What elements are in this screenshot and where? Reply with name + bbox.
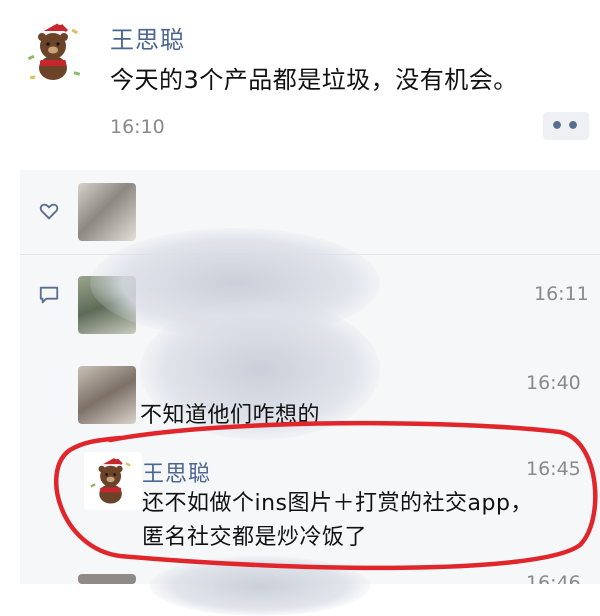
bear-avatar-icon bbox=[90, 454, 131, 504]
comment-text-line2: 匿名社交都是炒冷饭了 bbox=[142, 525, 368, 550]
comment-time: 16:40 bbox=[526, 372, 581, 394]
censor-smudge bbox=[150, 556, 370, 616]
post-text: 今天的3个产品都是垃圾，没有机会。 bbox=[110, 66, 518, 94]
comment-text-line1: 还不如做个ins图片＋打赏的社交app， bbox=[142, 491, 533, 516]
post-timestamp: 16:10 bbox=[110, 116, 165, 138]
comment-text: 不知道他们咋想的 bbox=[140, 403, 321, 428]
ellipsis-icon: •• bbox=[549, 113, 583, 139]
comment-avatar[interactable] bbox=[78, 366, 136, 424]
comment-avatar[interactable] bbox=[78, 574, 136, 584]
comment-author[interactable]: 王思聪 bbox=[142, 456, 211, 488]
heart-outline-icon bbox=[39, 203, 59, 220]
liker-avatar[interactable] bbox=[78, 183, 136, 241]
bear-avatar-icon bbox=[27, 19, 81, 80]
comment-avatar[interactable] bbox=[84, 452, 142, 510]
poster-avatar[interactable] bbox=[20, 16, 92, 88]
comment-time: 16:46 bbox=[526, 572, 581, 584]
comment-time: 16:45 bbox=[526, 458, 581, 480]
speech-bubble-icon bbox=[39, 286, 59, 304]
comment-time: 16:11 bbox=[534, 283, 589, 305]
poster-name[interactable]: 王思聪 bbox=[110, 20, 185, 55]
more-actions-button[interactable]: •• bbox=[543, 112, 589, 140]
